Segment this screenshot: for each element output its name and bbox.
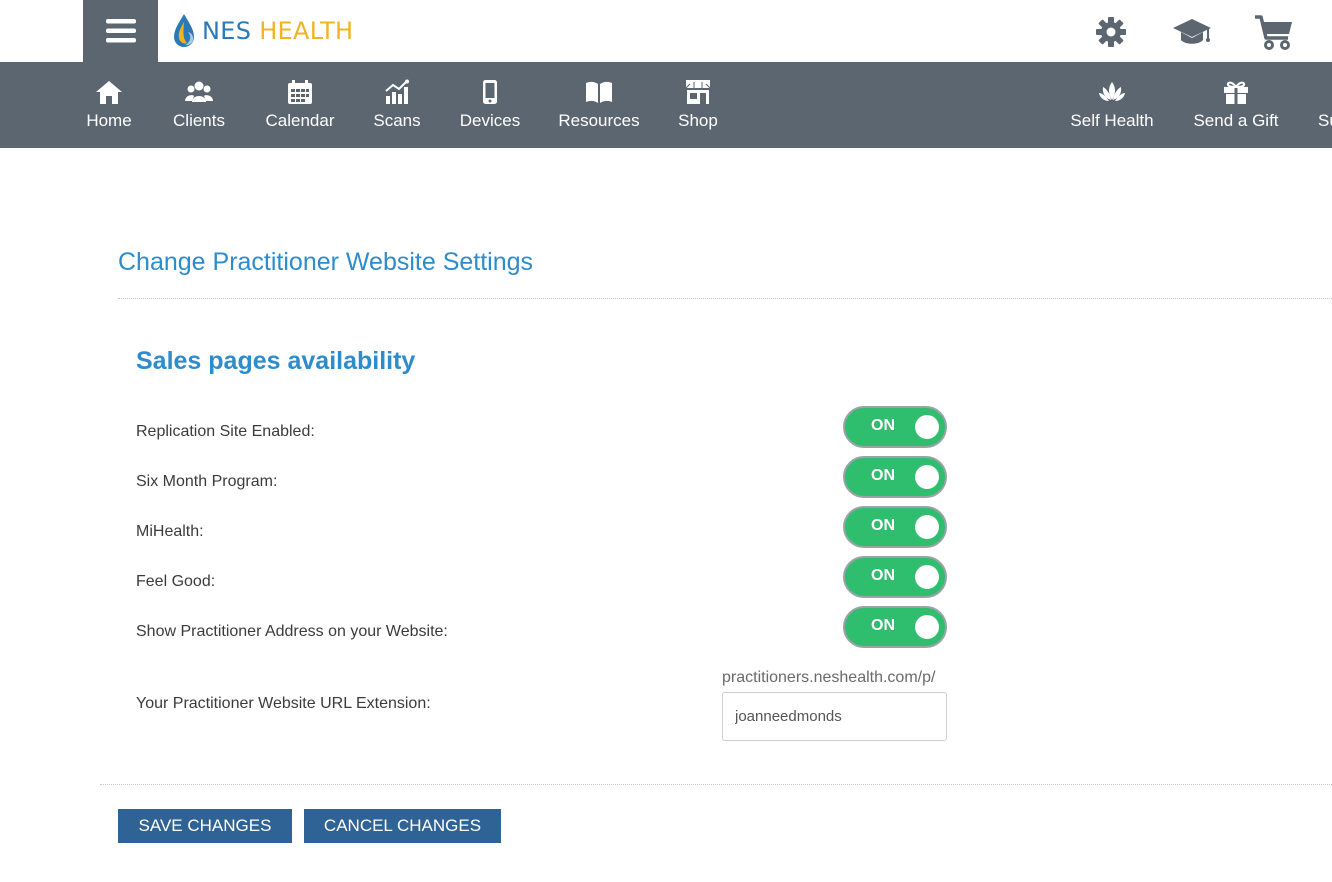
section-title: Sales pages availability: [136, 347, 416, 375]
settings-button[interactable]: [1091, 12, 1131, 52]
main-nav: Home Clients Calendar Scans Devices Reso…: [0, 62, 1332, 148]
graduation-cap-icon: [1173, 19, 1211, 44]
nav-item-scans[interactable]: Scans: [371, 62, 423, 148]
nav-item-shop[interactable]: Shop: [677, 62, 719, 148]
hamburger-icon: [105, 19, 136, 43]
nav-item-clients[interactable]: Clients: [171, 62, 227, 148]
nes-health-logo[interactable]: NES HEALTH: [172, 12, 353, 50]
calendar-icon: [288, 80, 312, 104]
nav-item-home[interactable]: Home: [85, 62, 133, 148]
cancel-changes-button[interactable]: CANCEL CHANGES: [304, 809, 501, 843]
education-button[interactable]: [1172, 12, 1212, 52]
device-icon: [483, 80, 497, 104]
menu-button[interactable]: [83, 0, 158, 62]
toggle-state: ON: [871, 417, 895, 434]
nav-label: Su: [1318, 111, 1332, 130]
toggle-knob: [915, 515, 939, 539]
nav-label: Shop: [678, 111, 718, 130]
shop-icon: [685, 80, 711, 104]
page-title: Change Practitioner Website Settings: [118, 248, 534, 276]
nav-label: Home: [86, 111, 132, 130]
toggle-state: ON: [871, 467, 895, 484]
url-extension-input[interactable]: [722, 692, 947, 741]
setting-label-six-month-program: Six Month Program:: [136, 473, 278, 490]
nav-label: Send a Gift: [1193, 111, 1279, 130]
nav-label: Self Health: [1070, 111, 1154, 130]
top-header: NES HEALTH: [0, 0, 1332, 62]
cart-icon: [1255, 15, 1292, 50]
toggle-knob: [915, 465, 939, 489]
toggle-knob: [915, 415, 939, 439]
gift-icon: [1224, 81, 1248, 104]
nav-label: Clients: [173, 111, 225, 130]
divider: [118, 298, 1332, 299]
toggle-replication-site[interactable]: ON: [843, 406, 947, 448]
toggle-feel-good[interactable]: ON: [843, 556, 947, 598]
toggle-state: ON: [871, 517, 895, 534]
toggle-knob: [915, 615, 939, 639]
logo-text-health: HEALTH: [259, 17, 354, 45]
nav-label: Devices: [459, 111, 521, 130]
divider: [100, 784, 1332, 785]
home-icon: [96, 81, 122, 104]
gear-icon: [1096, 17, 1126, 47]
nav-item-truncated[interactable]: Su: [1318, 62, 1332, 148]
toggle-state: ON: [871, 567, 895, 584]
droplet-logo-icon: [174, 14, 194, 47]
nav-item-self-health[interactable]: Self Health: [1069, 62, 1155, 148]
nav-item-resources[interactable]: Resources: [558, 62, 640, 148]
lotus-icon: [1099, 82, 1125, 101]
scans-icon: [385, 79, 409, 104]
toggle-show-address[interactable]: ON: [843, 606, 947, 648]
book-icon: [586, 81, 612, 103]
toggle-six-month-program[interactable]: ON: [843, 456, 947, 498]
toggle-knob: [915, 565, 939, 589]
clients-icon: [185, 81, 213, 102]
setting-label-show-address: Show Practitioner Address on your Websit…: [136, 623, 448, 640]
nav-item-send-a-gift[interactable]: Send a Gift: [1192, 62, 1280, 148]
setting-label-replication-site: Replication Site Enabled:: [136, 423, 315, 440]
nav-label: Resources: [558, 111, 640, 130]
setting-label-mihealth: MiHealth:: [136, 523, 204, 540]
setting-label-feel-good: Feel Good:: [136, 573, 216, 590]
nav-item-calendar[interactable]: Calendar: [264, 62, 336, 148]
nav-item-devices[interactable]: Devices: [458, 62, 522, 148]
toggle-mihealth[interactable]: ON: [843, 506, 947, 548]
toggle-state: ON: [871, 617, 895, 634]
url-extension-label: Your Practitioner Website URL Extension:: [136, 695, 431, 712]
cart-button[interactable]: [1254, 12, 1294, 52]
nav-label: Scans: [373, 111, 421, 130]
url-prefix: practitioners.neshealth.com/p/: [722, 669, 936, 686]
logo-text-nes: NES: [202, 17, 252, 45]
save-changes-button[interactable]: SAVE CHANGES: [118, 809, 292, 843]
nav-label: Calendar: [265, 111, 335, 130]
